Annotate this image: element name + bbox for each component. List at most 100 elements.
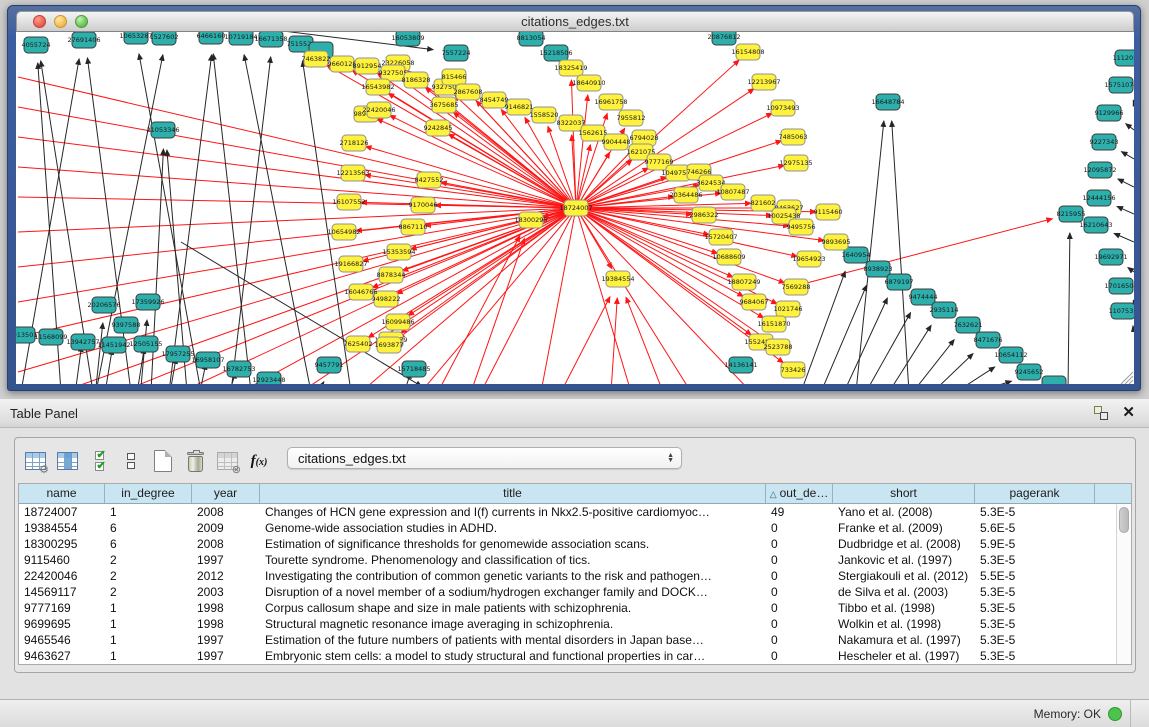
graph-edge <box>377 119 576 208</box>
table-cell: 19384554 <box>19 520 105 536</box>
graph-edge <box>1128 268 1134 272</box>
graph-node-label: 9115460 <box>814 208 843 216</box>
resize-grip-icon[interactable] <box>1125 376 1133 384</box>
table-row[interactable]: 2242004622012Investigating the contribut… <box>19 568 1131 584</box>
graph-node-label: 18724007 <box>559 204 592 212</box>
graph-node-label: 3675685 <box>430 101 459 109</box>
show-columns-button[interactable] <box>53 447 81 475</box>
table-cell: 49 <box>766 504 833 520</box>
graph-node-label: 10654982 <box>327 228 360 236</box>
table-row[interactable]: 969969511998Structural magnetic resonanc… <box>19 616 1131 632</box>
column-header-title[interactable]: title <box>260 484 766 503</box>
graph-node-label: 1558520 <box>530 111 559 119</box>
graph-edge <box>18 208 576 337</box>
graph-node-label: 10973493 <box>766 104 799 112</box>
table-row[interactable]: 911546021997Tourette syndrome. Phenomeno… <box>19 552 1131 568</box>
table-cell: Wolkin et al. (1998) <box>833 616 975 632</box>
graph-node-label: 8322037 <box>557 119 586 127</box>
rows-icon <box>127 453 135 469</box>
table-cell: 2008 <box>192 536 260 552</box>
graph-edge <box>611 298 617 384</box>
window-titlebar[interactable]: citations_edges.txt <box>16 11 1134 32</box>
table-cell: Structural magnetic resonance image aver… <box>260 616 766 632</box>
graph-edge <box>18 107 576 208</box>
graph-node-label: 9904448 <box>602 138 631 146</box>
table-selector-value: citations_edges.txt <box>298 451 406 466</box>
table-cell: 5.3E-5 <box>975 584 1095 600</box>
resize-grip-icon[interactable] <box>1129 380 1133 384</box>
table-cell: 5.3E-5 <box>975 616 1095 632</box>
graph-node-label: 16961758 <box>594 98 627 106</box>
x-badge-icon: ⊗ <box>232 465 241 475</box>
graph-edge <box>231 57 271 384</box>
column-header-pagerank[interactable]: pagerank <box>975 484 1095 503</box>
graph-node-label: 20206576 <box>87 301 120 309</box>
column-header-out_de[interactable]: △out_de… <box>766 484 833 503</box>
table-row[interactable]: 1456911722003Disruption of a novel membe… <box>19 584 1131 600</box>
table-row[interactable]: 1830029562008Estimation of significance … <box>19 536 1131 552</box>
column-header-short[interactable]: short <box>833 484 975 503</box>
table-header-row[interactable]: namein_degreeyeartitle△out_de…shortpager… <box>19 484 1131 504</box>
graph-node-label: 9129966 <box>1095 109 1124 117</box>
table-cell: Tibbo et al. (1998) <box>833 600 975 616</box>
graph-edge <box>976 381 1011 384</box>
table-row[interactable]: 1938455462009Genome-wide association stu… <box>19 520 1131 536</box>
graph-node-label: 16210643 <box>1079 221 1112 229</box>
graph-edge <box>1068 233 1070 384</box>
table-cell: 0 <box>766 632 833 648</box>
graph-node-label: 11568099 <box>34 333 67 341</box>
table-cell: Embryonic stem cells: a model to study s… <box>260 648 766 664</box>
graph-node-label: 12975135 <box>779 159 812 167</box>
table-cell: 2 <box>105 584 192 600</box>
sort-ascending-icon: △ <box>770 489 777 499</box>
table-row[interactable]: 1872400712008Changes of HCN gene express… <box>19 504 1131 520</box>
graph-node-label: 16046766 <box>344 288 377 296</box>
table-mode-button[interactable]: ⚙ <box>21 447 49 475</box>
graph-node[interactable] <box>1042 376 1066 384</box>
delete-table-button[interactable] <box>181 447 209 475</box>
graph-node-label: 19654923 <box>792 255 825 263</box>
graph-node-label: 4055724 <box>22 41 51 49</box>
panel-title: Table Panel <box>10 406 78 421</box>
graph-node-label: 6879197 <box>885 278 914 286</box>
column-header-year[interactable]: year <box>192 484 260 503</box>
graph-node-label: 14136141 <box>724 361 757 369</box>
graph-edge <box>106 349 112 384</box>
close-panel-icon[interactable]: ✕ <box>1122 406 1135 420</box>
graph-node-label: 2718126 <box>340 139 369 147</box>
column-header-in_degree[interactable]: in_degree <box>105 484 192 503</box>
graph-node-label: 10654112 <box>994 351 1027 359</box>
table-body: 1872400712008Changes of HCN gene express… <box>19 504 1131 664</box>
table-cell: 0 <box>766 648 833 664</box>
graph-node-label: 733426 <box>781 366 806 374</box>
table-cell: 18724007 <box>19 504 105 520</box>
graph-node-label: 13942757 <box>66 338 99 346</box>
table-cell: 22420046 <box>19 568 105 584</box>
graph-node-label: 6466160 <box>197 32 226 40</box>
scrollbar-thumb[interactable] <box>1119 507 1129 533</box>
table-cell: 0 <box>766 600 833 616</box>
table-row[interactable]: 946362711997Embryonic stem cells: a mode… <box>19 648 1131 664</box>
graph-node-label: 8471676 <box>974 336 1003 344</box>
select-all-button[interactable] <box>85 447 113 475</box>
graph-node-label: 9245652 <box>1015 368 1044 376</box>
table-cell: Tourette syndrome. Phenomenology and cla… <box>260 552 766 568</box>
float-panel-icon[interactable] <box>1094 406 1108 420</box>
table-selector-dropdown[interactable]: citations_edges.txt ▲▼ <box>287 447 682 469</box>
table-cell: 1997 <box>192 648 260 664</box>
network-canvas[interactable]: 4055724276914061065328715276026466160107… <box>16 32 1134 384</box>
graph-node-label: 9242845 <box>424 124 453 132</box>
new-table-button[interactable] <box>149 447 177 475</box>
table-scrollbar[interactable] <box>1116 504 1131 664</box>
graph-node-label: 9457791 <box>315 361 344 369</box>
graph-node-label: 7485063 <box>779 133 808 141</box>
graph-node-label: 16154808 <box>731 48 764 56</box>
table-row[interactable]: 977716911998Corpus callosum shape and si… <box>19 600 1131 616</box>
row-options-button[interactable] <box>117 447 145 475</box>
table-cell: 9777169 <box>19 600 105 616</box>
function-builder-button[interactable]: f(x) <box>245 447 273 475</box>
node-table: namein_degreeyeartitle△out_de…shortpager… <box>18 483 1132 665</box>
table-cell: 5.3E-5 <box>975 600 1095 616</box>
column-header-name[interactable]: name <box>19 484 105 503</box>
table-row[interactable]: 946554611997Estimation of the future num… <box>19 632 1131 648</box>
